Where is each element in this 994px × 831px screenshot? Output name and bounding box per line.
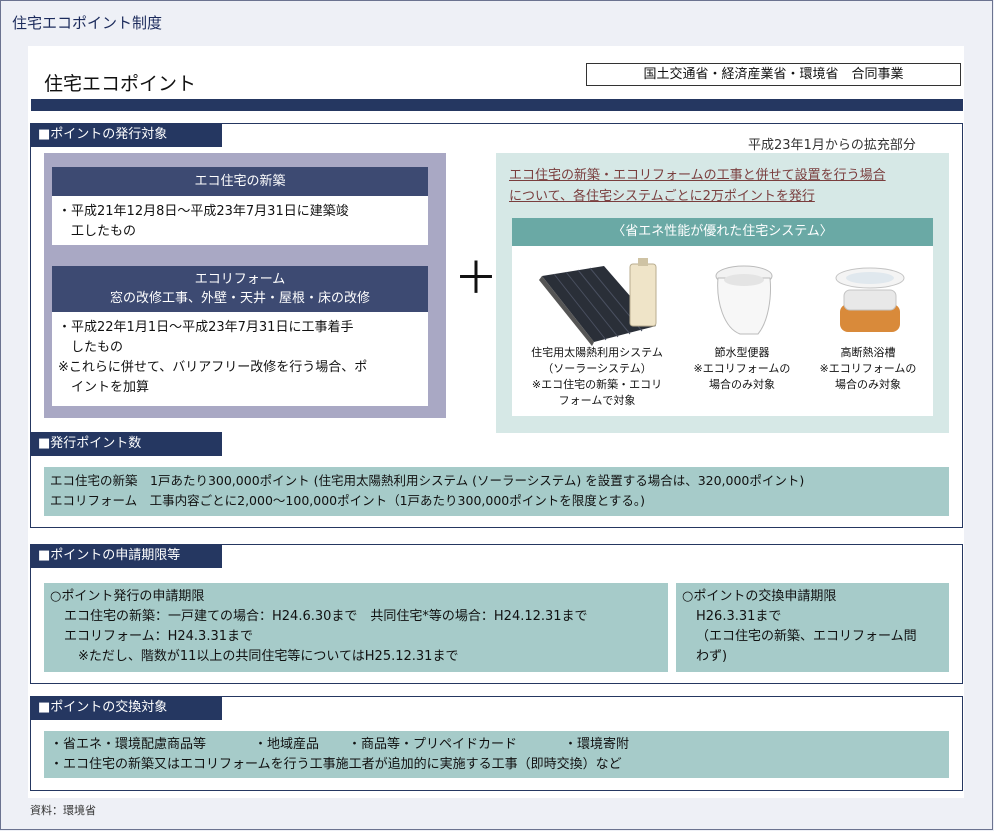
plus-sign: ＋ <box>454 253 498 304</box>
ministry-label: 国土交通省・経済産業省・環境省 合同事業 <box>586 63 961 86</box>
new-build-text: ・平成21年12月8日〜平成23年7月31日に建築竣 工したもの <box>58 204 349 239</box>
toilet-image <box>715 265 773 335</box>
house-systems-body: 住宅用太陽熱利用システム （ソーラーシステム） ※エコ住宅の新築・エコリ フォー… <box>512 246 933 416</box>
points-bar: エコ住宅の新築 1戸あたり300,000ポイント (住宅用太陽熱利用システム (… <box>44 467 949 516</box>
bathtub-image <box>835 267 905 332</box>
bathtub-caption: 高断熱浴槽 ※エコリフォームの 場合のみ対象 <box>819 346 917 391</box>
exchange-bar: ・省エネ・環境配慮商品等 ・地域産品 ・商品等・プリペイドカード ・環境寄附 ・… <box>44 731 949 778</box>
toilet-caption: 節水型便器 ※エコリフォームの 場合のみ対象 <box>693 346 791 391</box>
page-title: 住宅エコポイント制度 <box>12 14 163 32</box>
exchange-items: ・省エネ・環境配慮商品等 ・地域産品 ・商品等・プリペイドカード ・環境寄附 <box>50 737 630 752</box>
system-title: 住宅エコポイント <box>44 73 197 95</box>
source-note: 資料：環境省 <box>30 804 96 817</box>
section-period-label: ■ポイントの申請期限等 <box>30 544 222 568</box>
expansion-label: 平成23年1月からの拡充部分 <box>748 138 916 153</box>
header-rule <box>31 99 963 111</box>
expansion-text: エコ住宅の新築・エコリフォームの工事と併せて設置を行う場合 について、各住宅シス… <box>509 168 886 204</box>
solar-panel-image <box>539 258 657 346</box>
solar-caption: 住宅用太陽熱利用システム （ソーラーシステム） ※エコ住宅の新築・エコリ フォー… <box>531 346 663 407</box>
section-points-label: ■発行ポイント数 <box>30 432 222 456</box>
reform-title: エコリフォーム 窓の改修工事、外壁・天井・屋根・床の改修 <box>52 266 428 312</box>
section-target-label: ■ポイントの発行対象 <box>30 123 222 147</box>
section-exchange-label: ■ポイントの交換対象 <box>30 696 222 720</box>
reform-text: ・平成22年1月1日〜平成23年7月31日に工事着手 したもの ※これらに併せて… <box>58 320 368 395</box>
new-build-title: エコ住宅の新築 <box>52 167 428 196</box>
period-right-box: ○ポイントの交換申請期限 H26.3.31まで （エコ住宅の新築、エコリフォーム… <box>676 583 949 672</box>
period-left-box: ○ポイント発行の申請期限 エコ住宅の新築：一戸建ての場合：H24.6.30まで … <box>44 583 668 672</box>
house-systems-header: 〈省エネ性能が優れた住宅システム〉 <box>512 218 933 246</box>
